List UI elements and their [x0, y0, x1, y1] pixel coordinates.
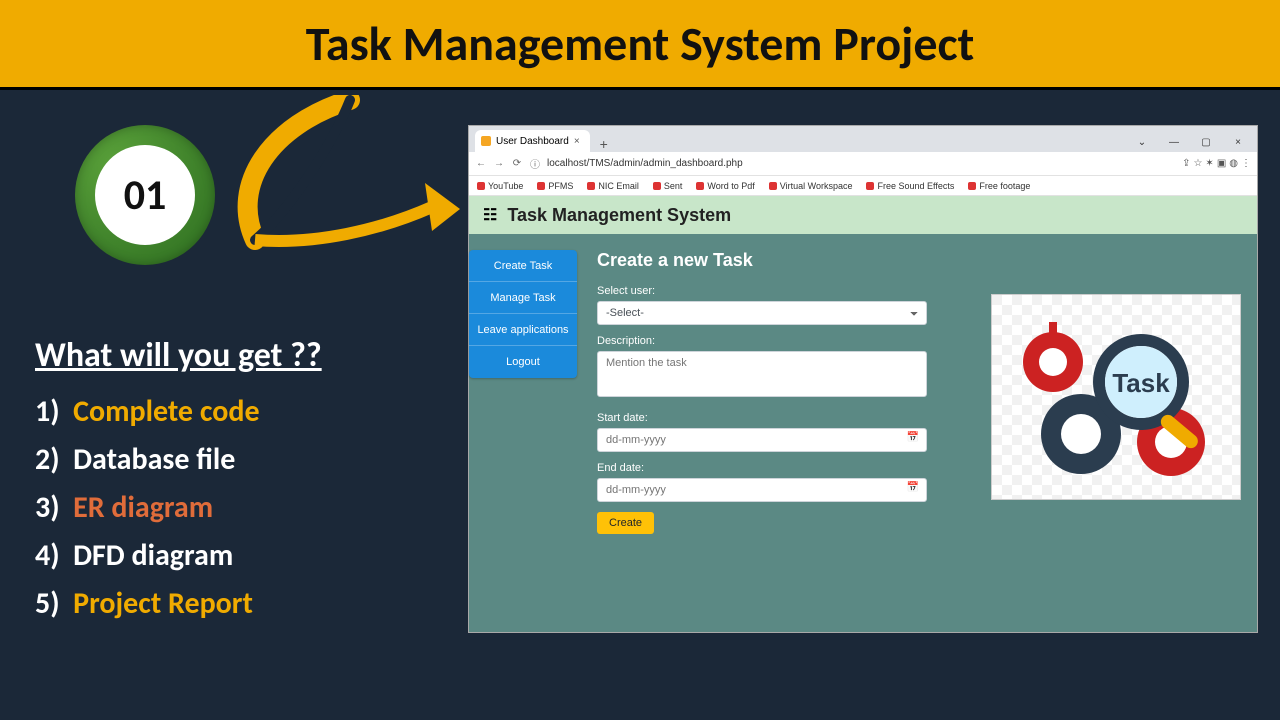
star-icon[interactable]: ☆ — [1193, 158, 1202, 169]
bookmarks-bar: YouTube PFMS NIC Email Sent Word to Pdf Virtu… — [469, 176, 1257, 196]
arrow-icon — [200, 95, 490, 265]
bookmark-item[interactable]: Free Sound Effects — [866, 181, 954, 191]
app-header: ☷ Task Management System — [469, 196, 1257, 234]
benefits-list: 1) Complete code2) Database file3) ER di… — [35, 388, 322, 628]
benefits-heading: What will you get ?? — [35, 335, 322, 376]
minimize-icon[interactable]: — — [1159, 132, 1189, 152]
create-button[interactable]: Create — [597, 512, 654, 534]
benefits-item: 5) Project Report — [35, 580, 322, 628]
nav-item[interactable]: Leave applications — [469, 314, 577, 346]
bookmark-item[interactable]: Virtual Workspace — [769, 181, 853, 191]
nav-item[interactable]: Logout — [469, 346, 577, 378]
bookmark-item[interactable]: Sent — [653, 181, 683, 191]
maximize-icon[interactable]: ▢ — [1191, 132, 1221, 152]
app-body: Create TaskManage TaskLeave applications… — [469, 234, 1257, 632]
bookmark-item[interactable]: NIC Email — [587, 181, 639, 191]
start-date-input[interactable] — [597, 428, 927, 452]
address-bar: ← → ⟳ ⓘ localhost/TMS/admin/admin_dashbo… — [469, 152, 1257, 176]
benefits-item: 3) ER diagram — [35, 484, 322, 532]
tab-close-icon[interactable]: × — [574, 136, 580, 147]
bookmark-item[interactable]: Word to Pdf — [696, 181, 754, 191]
page-title-bar: Task Management System Project — [0, 0, 1280, 90]
browser-window: User Dashboard × + ⌄ — ▢ × ← → ⟳ ⓘ local… — [468, 125, 1258, 633]
share-icon[interactable]: ⇪ — [1182, 158, 1190, 169]
benefits-item: 4) DFD diagram — [35, 532, 322, 580]
extension-icons: ⇪ ☆ ✶ ▣ ◍ ⋮ — [1182, 158, 1251, 169]
description-input[interactable] — [597, 351, 927, 397]
new-tab-button[interactable]: + — [594, 136, 614, 152]
url-field[interactable]: localhost/TMS/admin/admin_dashboard.php — [547, 158, 1176, 169]
browser-tab[interactable]: User Dashboard × — [475, 130, 590, 152]
form-heading: Create a new Task — [597, 250, 1237, 271]
tab-title: User Dashboard — [496, 136, 569, 147]
description-label: Description: — [597, 335, 927, 347]
close-icon[interactable]: × — [1223, 132, 1253, 152]
select-user-dropdown[interactable]: -Select- — [597, 301, 927, 325]
bookmark-item[interactable]: Free footage — [968, 181, 1030, 191]
window-buttons: ⌄ — ▢ × — [1127, 132, 1257, 152]
tab-favicon-icon — [481, 136, 491, 146]
task-badge-word: Task — [1112, 368, 1170, 398]
select-user-label: Select user: — [597, 285, 927, 297]
nav-item[interactable]: Manage Task — [469, 282, 577, 314]
menu-icon[interactable]: ⋮ — [1241, 158, 1251, 169]
end-date-input[interactable] — [597, 478, 927, 502]
nav-item[interactable]: Create Task — [469, 250, 577, 282]
side-nav: Create TaskManage TaskLeave applications… — [469, 250, 577, 378]
end-date-label: End date: — [597, 462, 927, 474]
task-illustration: Task — [991, 294, 1241, 500]
info-icon[interactable]: ⓘ — [529, 158, 541, 170]
back-icon[interactable]: ← — [475, 158, 487, 170]
page-title: Task Management System Project — [306, 14, 975, 73]
step-badge: 01 — [75, 125, 215, 265]
browser-tabstrip: User Dashboard × + ⌄ — ▢ × — [469, 126, 1257, 152]
profile-icon[interactable]: ◍ — [1229, 158, 1238, 169]
benefits-item: 1) Complete code — [35, 388, 322, 436]
benefits-block: What will you get ?? 1) Complete code2) … — [35, 335, 322, 628]
app-root: ☷ Task Management System Create TaskMana… — [469, 196, 1257, 632]
app-title: Task Management System — [507, 205, 731, 226]
chevron-down-icon[interactable]: ⌄ — [1127, 132, 1157, 152]
step-badge-value: 01 — [95, 145, 195, 245]
gears-icon: Task — [1001, 302, 1231, 492]
benefits-item: 2) Database file — [35, 436, 322, 484]
start-date-label: Start date: — [597, 412, 927, 424]
bookmark-item[interactable]: PFMS — [537, 181, 573, 191]
reload-icon[interactable]: ⟳ — [511, 158, 523, 170]
box-icon[interactable]: ▣ — [1217, 158, 1226, 169]
menu-list-icon[interactable]: ☷ — [483, 205, 497, 225]
forward-icon[interactable]: → — [493, 158, 505, 170]
bookmark-item[interactable]: YouTube — [477, 181, 523, 191]
puzzle-icon[interactable]: ✶ — [1205, 158, 1213, 169]
